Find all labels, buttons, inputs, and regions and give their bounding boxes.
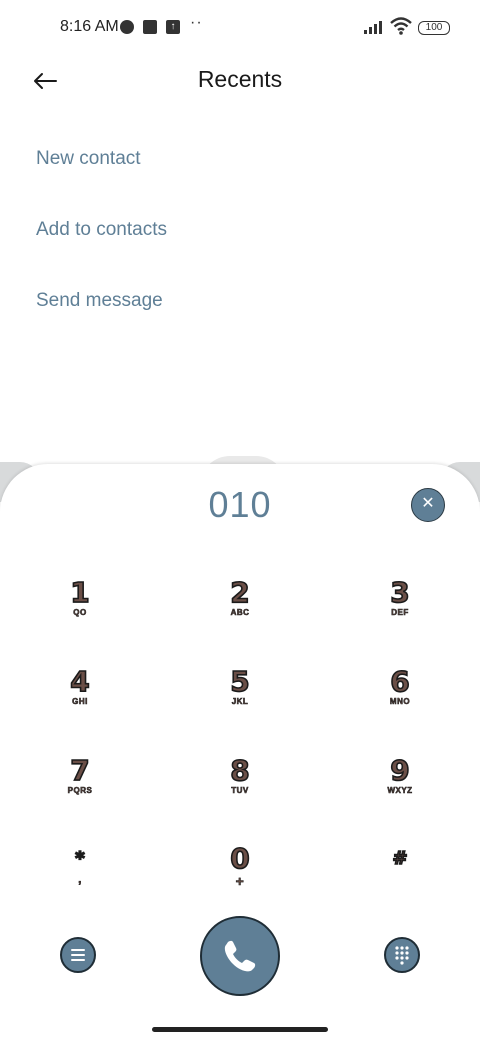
key-7[interactable]: 7 PQRS [30, 755, 130, 816]
key-star[interactable]: * , [30, 844, 130, 904]
menu-icon [71, 949, 85, 961]
key-9[interactable]: 9 WXYZ [350, 755, 450, 816]
key-1[interactable]: 1 QO [30, 577, 130, 638]
key-4[interactable]: 4 GHI [30, 666, 130, 727]
dialpad-grid-icon [395, 946, 409, 965]
upload-notification-icon: ↑ [166, 20, 180, 34]
call-button[interactable] [200, 916, 280, 996]
key-0[interactable]: 0 + [190, 843, 290, 904]
key-8[interactable]: 8 TUV [190, 755, 290, 816]
send-message-link[interactable]: Send message [36, 290, 163, 312]
key-hash[interactable]: # [350, 844, 450, 904]
status-bar: 8:16 AM ↑ ·· 100 [0, 0, 480, 56]
app-notification-icon [120, 20, 134, 34]
key-5[interactable]: 5 JKL [190, 666, 290, 727]
signal-icon [364, 20, 386, 34]
new-contact-link[interactable]: New contact [36, 148, 141, 170]
clear-button[interactable]: ✕ [411, 488, 445, 522]
add-to-contacts-link[interactable]: Add to contacts [36, 219, 167, 241]
square-notification-icon [143, 20, 157, 34]
page-title: Recents [197, 66, 283, 92]
status-time: 8:16 AM [60, 18, 119, 35]
dialpad-toggle-button[interactable] [384, 937, 420, 973]
dialed-number[interactable]: 010 [0, 484, 480, 526]
menu-button[interactable] [60, 937, 96, 973]
key-6[interactable]: 6 MNO [350, 666, 450, 727]
phone-icon [224, 940, 256, 972]
key-2[interactable]: 2 ABC [190, 577, 290, 638]
close-icon: ✕ [421, 495, 435, 512]
home-indicator[interactable] [152, 1027, 328, 1032]
more-notifications-icon: ·· [190, 14, 203, 31]
battery-icon: 100 [418, 21, 450, 35]
wifi-icon [390, 17, 412, 35]
key-3[interactable]: 3 DEF [350, 577, 450, 638]
